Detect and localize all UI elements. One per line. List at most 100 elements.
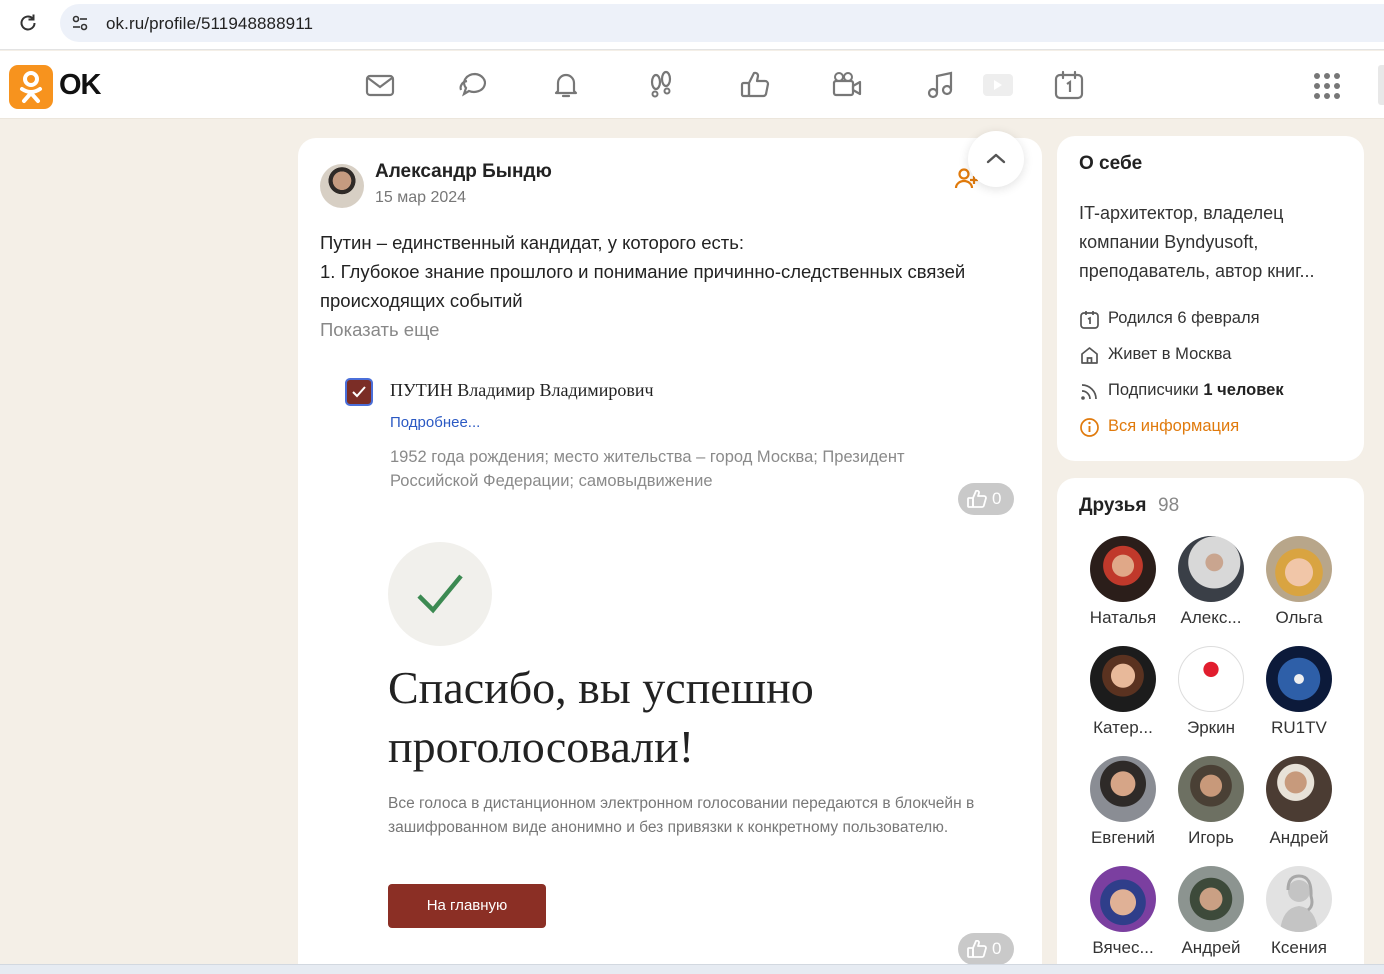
friend-name: Игорь: [1188, 828, 1234, 847]
friend-avatar: [1266, 866, 1332, 932]
success-icon-circle: [388, 542, 492, 646]
poll-checkbox[interactable]: [345, 378, 373, 406]
bell-icon[interactable]: [550, 69, 582, 101]
bio-line: IT-архитектор, владелец: [1079, 203, 1284, 223]
ok-logo[interactable]: [9, 65, 53, 109]
info-icon: [1080, 418, 1099, 437]
show-more-link[interactable]: Показать еще: [320, 319, 439, 341]
like-button[interactable]: 0: [958, 483, 1014, 515]
friends-title[interactable]: Друзья: [1079, 495, 1146, 517]
site-header: OK: [0, 51, 1384, 119]
details-link[interactable]: Подробнее...: [390, 414, 480, 431]
chevron-up-icon: [986, 153, 1006, 164]
apps-grid-icon[interactable]: [1313, 72, 1341, 100]
friend-item[interactable]: Эркин: [1166, 646, 1256, 746]
candidate-name: ПУТИН Владимир Владимирович: [390, 380, 654, 400]
about-title: О себе: [1079, 153, 1143, 174]
friend-name: Алекс...: [1180, 608, 1242, 627]
mail-icon[interactable]: [364, 69, 396, 101]
success-check-icon: [417, 574, 463, 614]
friend-item[interactable]: Андрей: [1254, 756, 1344, 856]
check-icon: [352, 386, 366, 398]
thumbs-up-icon: [967, 940, 987, 958]
success-note: Все голоса в дистанционном электронном г…: [388, 795, 975, 836]
reload-icon[interactable]: [16, 11, 40, 35]
friend-item[interactable]: Катер...: [1078, 646, 1168, 746]
friend-avatar: [1178, 756, 1244, 822]
friend-avatar: [1266, 646, 1332, 712]
post-date[interactable]: 15 мар 2024: [375, 189, 466, 207]
author-avatar[interactable]: [320, 164, 364, 208]
friend-name: Андрей: [1269, 828, 1329, 847]
about-bio: IT-архитектор, владелец компании Byndyus…: [1079, 199, 1354, 286]
friend-avatar: [1090, 756, 1156, 822]
site-settings-icon[interactable]: [70, 13, 90, 33]
post-card: Александр Бындю 15 мар 2024 Путин – един…: [298, 131, 1042, 974]
friend-item[interactable]: Ольга: [1254, 536, 1344, 636]
guests-icon[interactable]: [645, 69, 677, 101]
chat-icon[interactable]: [458, 69, 490, 101]
like-button[interactable]: 0: [958, 933, 1014, 965]
friend-avatar: [1266, 536, 1332, 602]
like-count: 0: [992, 489, 1002, 508]
default-female-avatar-icon: [1280, 874, 1318, 932]
logo-text[interactable]: OK: [59, 69, 101, 102]
home-icon: [1081, 347, 1098, 364]
friend-avatar: [1266, 756, 1332, 822]
post-text-line: Путин – единственный кандидат, у которог…: [320, 232, 744, 253]
ok-logo-icon: [20, 71, 42, 103]
bio-line: преподаватель, автор книг...: [1079, 261, 1315, 281]
video-play-icon[interactable]: [981, 69, 1013, 101]
friend-name: Наталья: [1089, 608, 1157, 627]
friend-item[interactable]: Наталья: [1078, 536, 1168, 636]
thumbs-up-icon: [967, 490, 987, 508]
like-count: 0: [992, 939, 1002, 958]
address-bar[interactable]: ok.ru/profile/511948888911: [60, 4, 1384, 42]
music-icon[interactable]: [925, 69, 957, 101]
friend-name: Ксения: [1271, 938, 1327, 957]
friend-name: Вячес...: [1092, 938, 1154, 957]
friend-avatar: [1178, 536, 1244, 602]
author-name[interactable]: Александр Бындю: [375, 161, 552, 183]
subscribers-text: Подписчики 1 человек: [1108, 381, 1284, 400]
video-camera-icon[interactable]: [831, 69, 863, 101]
about-panel: О себе IT-архитектор, владелец компании …: [1057, 136, 1364, 461]
friend-avatar: [1090, 536, 1156, 602]
friend-avatar: [1090, 866, 1156, 932]
success-heading: Спасибо, вы успешно проголосовали!: [388, 662, 814, 772]
friend-item[interactable]: Игорь: [1166, 756, 1256, 856]
birthday-text: Родился 6 февраля: [1108, 309, 1260, 327]
post-text: Путин – единственный кандидат, у которог…: [320, 228, 1030, 315]
friend-name: Ольга: [1275, 608, 1323, 627]
browser-toolbar: ok.ru/profile/511948888911: [0, 0, 1384, 50]
friend-avatar: [1090, 646, 1156, 712]
subscribers-value: 1 человек: [1203, 381, 1284, 399]
candidate-description: 1952 года рождения; место жительства – г…: [390, 448, 905, 490]
url-text: ok.ru/profile/511948888911: [106, 14, 314, 33]
friend-item[interactable]: Вячес...: [1078, 866, 1168, 966]
scroll-up-button[interactable]: [968, 131, 1024, 187]
bio-line: компании Byndyusoft,: [1079, 232, 1259, 252]
friend-name: Андрей: [1181, 938, 1241, 957]
like-icon[interactable]: [739, 69, 771, 101]
subscribers-label: Подписчики: [1108, 381, 1199, 399]
friend-item[interactable]: Ксения: [1254, 866, 1344, 966]
header-edge: [1378, 65, 1384, 105]
calendar-icon[interactable]: [1053, 69, 1085, 101]
friend-avatar: [1178, 646, 1244, 712]
friend-item[interactable]: Андрей: [1166, 866, 1256, 966]
friend-item[interactable]: Евгений: [1078, 756, 1168, 856]
location-text: Живет в Москва: [1108, 345, 1232, 363]
friend-item[interactable]: RU1TV: [1254, 646, 1344, 746]
all-info-link[interactable]: Вся информация: [1108, 417, 1239, 436]
friend-name: Эркин: [1187, 718, 1235, 737]
post-text-line: происходящих событий: [320, 290, 523, 311]
friend-name: RU1TV: [1271, 718, 1327, 737]
home-button[interactable]: На главную: [388, 884, 546, 928]
friends-panel: Друзья 98 Наталья Алекс... Ольга Катер..…: [1057, 478, 1364, 974]
friend-name: Катер...: [1093, 718, 1153, 737]
friend-avatar: [1178, 866, 1244, 932]
friend-name: Евгений: [1090, 828, 1156, 847]
taskbar-edge: [0, 964, 1384, 974]
friend-item[interactable]: Алекс...: [1166, 536, 1256, 636]
